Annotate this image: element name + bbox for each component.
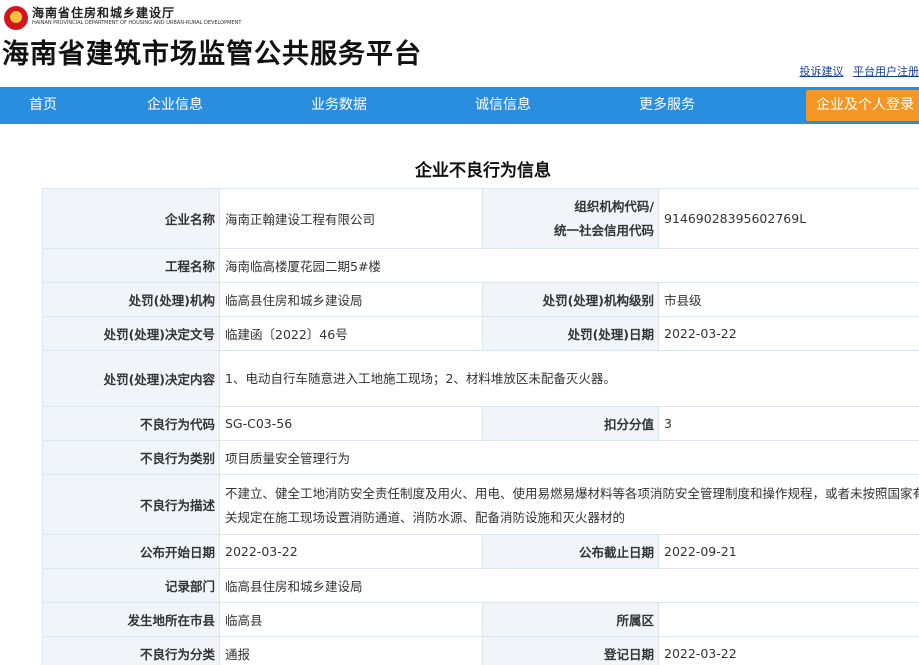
behavior-type-label: 不良行为类别 bbox=[42, 440, 220, 475]
department-brand[interactable]: 海南省住房和城乡建设厅 HAINAN PROVINCIAL DEPARTMENT… bbox=[4, 6, 241, 34]
decision-date-label: 处罚(处理)日期 bbox=[482, 316, 659, 351]
register-date-label: 登记日期 bbox=[482, 636, 659, 665]
city-value: 临高县 bbox=[219, 602, 483, 637]
table-row: 处罚(处理)决定内容 1、电动自行车随意进入工地施工现场；2、材料堆放区未配备灭… bbox=[42, 350, 919, 407]
publish-start-value: 2022-03-22 bbox=[219, 534, 483, 569]
behavior-desc-value: 不建立、健全工地消防安全责任制度及用火、用电、使用易燃易爆材料等各项消防安全管理… bbox=[219, 474, 919, 535]
city-label: 发生地所在市县 bbox=[42, 602, 220, 637]
login-button[interactable]: 企业及个人登录 bbox=[806, 90, 919, 121]
record-dept-label: 记录部门 bbox=[42, 568, 220, 603]
register-link[interactable]: 平台用户注册 bbox=[853, 65, 919, 78]
table-row: 处罚(处理)决定文号 临建函〔2022〕46号 处罚(处理)日期 2022-03… bbox=[42, 316, 919, 351]
behavior-code-label: 不良行为代码 bbox=[42, 406, 220, 441]
table-row: 处罚(处理)机构 临高县住房和城乡建设局 处罚(处理)机构级别 市县级 bbox=[42, 282, 919, 317]
table-row: 工程名称 海南临高楼厦花园二期5#楼 bbox=[42, 248, 919, 283]
behavior-desc-label: 不良行为描述 bbox=[42, 474, 220, 535]
table-row: 企业名称 海南正翰建设工程有限公司 组织机构代码/ 统一社会信用代码 91469… bbox=[42, 188, 919, 249]
main-nav: 首页 企业信息 业务数据 诚信信息 更多服务 bbox=[0, 87, 919, 124]
org-code-label: 组织机构代码/ 统一社会信用代码 bbox=[482, 188, 659, 249]
site-title: 海南省建筑市场监管公共服务平台 bbox=[2, 39, 422, 70]
register-date-value: 2022-03-22 bbox=[658, 636, 919, 665]
department-name-en: HAINAN PROVINCIAL DEPARTMENT OF HOUSING … bbox=[32, 20, 242, 26]
table-row: 记录部门 临高县住房和城乡建设局 bbox=[42, 568, 919, 603]
org-code-label-line1: 组织机构代码/ bbox=[574, 198, 654, 214]
authority-label: 处罚(处理)机构 bbox=[42, 282, 220, 317]
project-value: 海南临高楼厦花园二期5#楼 bbox=[219, 248, 919, 283]
bad-behavior-table: 企业名称 海南正翰建设工程有限公司 组织机构代码/ 统一社会信用代码 91469… bbox=[42, 188, 919, 665]
record-dept-value: 临高县住房和城乡建设局 bbox=[219, 568, 919, 603]
org-code-value: 91469028395602769L bbox=[658, 188, 919, 249]
behavior-type-value: 项目质量安全管理行为 bbox=[219, 440, 919, 475]
authority-value: 临高县住房和城乡建设局 bbox=[219, 282, 483, 317]
nav-credit-info[interactable]: 诚信信息 bbox=[475, 87, 531, 124]
table-row: 不良行为分类 通报 登记日期 2022-03-22 bbox=[42, 636, 919, 665]
decision-content-label: 处罚(处理)决定内容 bbox=[42, 350, 220, 407]
site-header: 海南省住房和城乡建设厅 HAINAN PROVINCIAL DEPARTMENT… bbox=[0, 0, 919, 87]
publish-start-label: 公布开始日期 bbox=[42, 534, 220, 569]
decision-content-value: 1、电动自行车随意进入工地施工现场；2、材料堆放区未配备灭火器。 bbox=[219, 350, 919, 407]
table-row: 不良行为类别 项目质量安全管理行为 bbox=[42, 440, 919, 475]
category-label: 不良行为分类 bbox=[42, 636, 220, 665]
page-title: 企业不良行为信息 bbox=[415, 161, 551, 181]
company-label: 企业名称 bbox=[42, 188, 220, 249]
table-row: 不良行为描述 不建立、健全工地消防安全责任制度及用火、用电、使用易燃易爆材料等各… bbox=[42, 474, 919, 535]
nav-home[interactable]: 首页 bbox=[29, 87, 57, 124]
decision-date-value: 2022-03-22 bbox=[658, 316, 919, 351]
table-row: 公布开始日期 2022-03-22 公布截止日期 2022-09-21 bbox=[42, 534, 919, 569]
company-value: 海南正翰建设工程有限公司 bbox=[219, 188, 483, 249]
publish-end-value: 2022-09-21 bbox=[658, 534, 919, 569]
department-name: 海南省住房和城乡建设厅 bbox=[32, 6, 176, 20]
decision-no-label: 处罚(处理)决定文号 bbox=[42, 316, 220, 351]
district-value bbox=[658, 602, 919, 637]
project-label: 工程名称 bbox=[42, 248, 220, 283]
district-label: 所属区 bbox=[482, 602, 659, 637]
publish-end-label: 公布截止日期 bbox=[482, 534, 659, 569]
points-label: 扣分分值 bbox=[482, 406, 659, 441]
complaint-link[interactable]: 投诉建议 bbox=[800, 65, 844, 78]
nav-more-services[interactable]: 更多服务 bbox=[639, 87, 695, 124]
nav-business-data[interactable]: 业务数据 bbox=[311, 87, 367, 124]
authority-level-label: 处罚(处理)机构级别 bbox=[482, 282, 659, 317]
behavior-code-value: SG-C03-56 bbox=[219, 406, 483, 441]
top-links: 投诉建议 平台用户注册 bbox=[794, 63, 919, 79]
authority-level-value: 市县级 bbox=[658, 282, 919, 317]
points-value: 3 bbox=[658, 406, 919, 441]
decision-no-value: 临建函〔2022〕46号 bbox=[219, 316, 483, 351]
national-emblem-icon bbox=[4, 6, 28, 30]
org-code-label-line2: 统一社会信用代码 bbox=[553, 222, 654, 238]
table-row: 发生地所在市县 临高县 所属区 bbox=[42, 602, 919, 637]
table-row: 不良行为代码 SG-C03-56 扣分分值 3 bbox=[42, 406, 919, 441]
category-value: 通报 bbox=[219, 636, 483, 665]
nav-enterprise-info[interactable]: 企业信息 bbox=[147, 87, 203, 124]
